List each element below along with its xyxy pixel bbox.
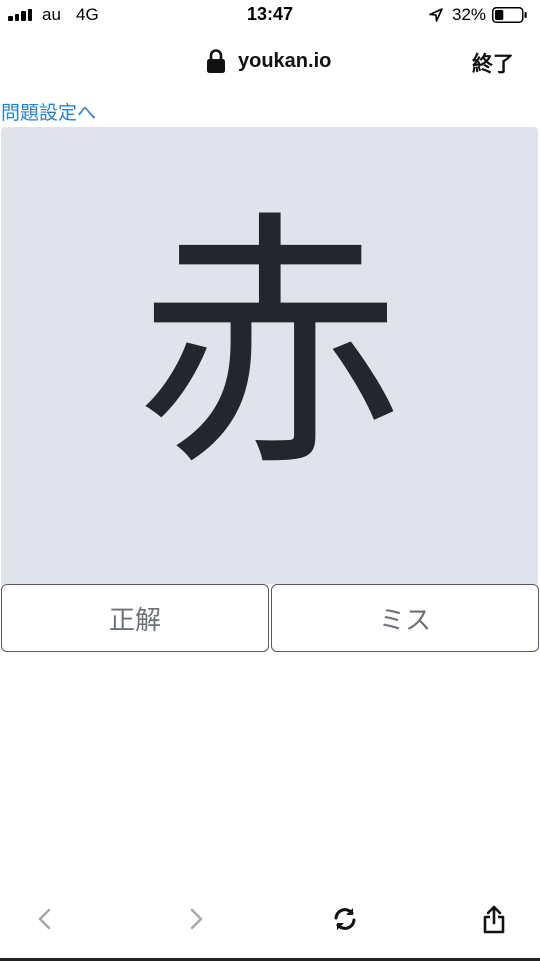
- flashcard: 赤: [1, 127, 538, 584]
- browser-url-bar: youkan.io 終了: [0, 36, 540, 86]
- location-arrow-icon: [429, 8, 443, 22]
- chevron-right-icon[interactable]: [181, 904, 211, 934]
- battery-percentage: 32%: [452, 5, 487, 24]
- url-text: youkan.io: [238, 49, 332, 72]
- correct-button[interactable]: 正解: [1, 584, 269, 652]
- miss-button-label: ミス: [378, 604, 431, 635]
- flashcard-word: 赤: [134, 187, 405, 503]
- battery-icon: [492, 7, 527, 23]
- status-bar: au 4G 13:47 32%: [0, 0, 540, 30]
- address-display[interactable]: youkan.io: [206, 47, 331, 75]
- correct-button-label: 正解: [108, 604, 161, 635]
- question-settings-link[interactable]: 問題設定へ: [1, 98, 96, 125]
- share-icon[interactable]: [479, 904, 509, 934]
- lock-icon: [207, 49, 225, 73]
- answer-buttons: 正解 ミス: [0, 584, 540, 654]
- reload-icon[interactable]: [330, 904, 360, 934]
- done-button[interactable]: 終了: [472, 48, 514, 78]
- chevron-left-icon[interactable]: [30, 904, 60, 934]
- browser-toolbar: [0, 890, 540, 950]
- miss-button[interactable]: ミス: [271, 584, 539, 652]
